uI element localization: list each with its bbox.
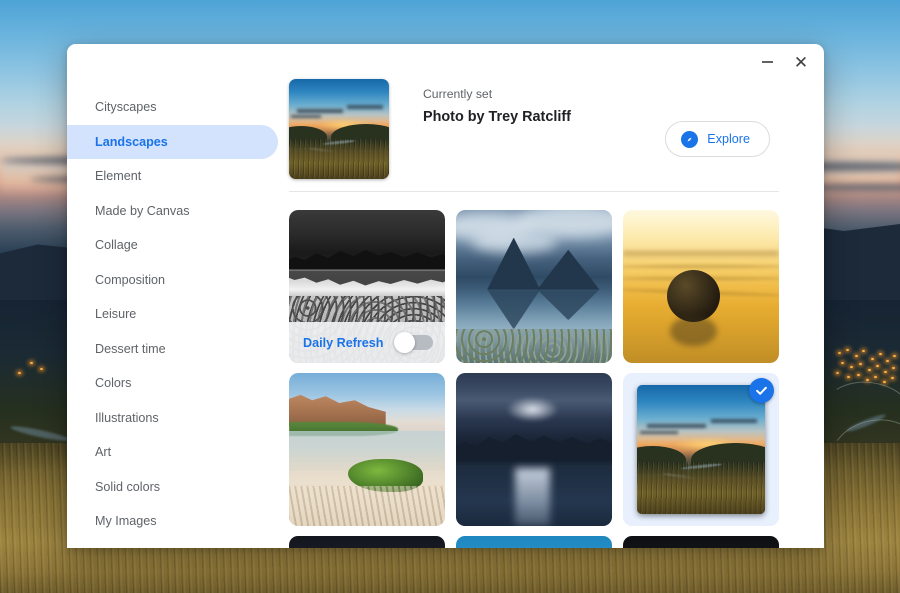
daily-refresh-toggle[interactable] xyxy=(394,332,433,353)
sidebar-item-label: Collage xyxy=(95,238,138,253)
daily-refresh-label: Daily Refresh xyxy=(303,335,384,350)
wallpaper-tile-image xyxy=(623,536,779,548)
sidebar-item-illustrations[interactable]: Illustrations xyxy=(67,401,278,436)
explore-button[interactable]: Explore xyxy=(665,121,770,157)
desktop-wallpaper: ✕ Cityscapes Landscapes Element Made by … xyxy=(0,0,900,593)
wallpaper-tile-image xyxy=(637,385,765,514)
wallpaper-grid: Daily Refresh xyxy=(278,192,788,526)
sidebar-item-label: Colors xyxy=(95,376,132,391)
sidebar-item-label: Cityscapes xyxy=(95,100,157,115)
sidebar-item-landscapes[interactable]: Landscapes xyxy=(67,124,278,159)
sidebar-item-leisure[interactable]: Leisure xyxy=(67,297,278,332)
sidebar-item-collage[interactable]: Collage xyxy=(67,228,278,263)
minimize-button[interactable] xyxy=(750,47,784,77)
current-wallpaper-image xyxy=(289,79,389,179)
sidebar-item-label: My Images xyxy=(95,514,157,529)
selected-checkmark-icon xyxy=(749,378,774,403)
wallpaper-tile-image xyxy=(456,536,612,548)
daily-refresh-bar: Daily Refresh xyxy=(289,322,445,363)
sidebar-item-label: Dessert time xyxy=(95,341,166,356)
sidebar-item-label: Made by Canvas xyxy=(95,203,190,218)
close-icon: ✕ xyxy=(793,52,809,72)
wallpaper-tile-image xyxy=(289,373,445,526)
wallpaper-tile[interactable] xyxy=(623,210,779,363)
wallpaper-tile[interactable] xyxy=(289,536,445,548)
close-button[interactable]: ✕ xyxy=(784,47,818,77)
wallpaper-picker-window: ✕ Cityscapes Landscapes Element Made by … xyxy=(67,44,824,548)
sidebar-item-label: Composition xyxy=(95,272,165,287)
sidebar-item-label: Element xyxy=(95,169,142,184)
explore-button-label: Explore xyxy=(707,132,750,146)
wallpaper-tile-image xyxy=(456,373,612,526)
wallpaper-tile[interactable]: Daily Refresh xyxy=(289,210,445,363)
sidebar-item-label: Solid colors xyxy=(95,479,161,494)
window-controls: ✕ xyxy=(750,44,824,80)
wallpaper-tile-selected[interactable] xyxy=(623,373,779,526)
wallpaper-tile[interactable] xyxy=(456,373,612,526)
sidebar-item-element[interactable]: Element xyxy=(67,159,278,194)
wallpaper-tile[interactable] xyxy=(289,373,445,526)
sidebar-item-solid-colors[interactable]: Solid colors xyxy=(67,470,278,505)
wallpaper-tile[interactable] xyxy=(456,210,612,363)
wallpaper-tile-image xyxy=(289,536,445,548)
toggle-knob xyxy=(394,332,415,353)
wallpaper-tile[interactable] xyxy=(623,536,779,548)
wallpaper-grid-next-row xyxy=(278,536,788,548)
wallpaper-tile-image xyxy=(456,210,612,363)
sidebar-item-art[interactable]: Art xyxy=(67,435,278,470)
currently-set-label: Currently set xyxy=(423,87,493,101)
sidebar-item-label: Leisure xyxy=(95,307,137,322)
sidebar-item-composition[interactable]: Composition xyxy=(67,263,278,298)
sidebar-item-label: Art xyxy=(95,445,112,460)
current-wallpaper-meta: Currently set Photo by Trey Ratcliff xyxy=(389,79,824,128)
sidebar-item-my-images[interactable]: My Images xyxy=(67,504,278,539)
sidebar-item-made-by-canvas[interactable]: Made by Canvas xyxy=(67,194,278,229)
category-sidebar: Cityscapes Landscapes Element Made by Ca… xyxy=(67,44,278,548)
wallpaper-tile[interactable] xyxy=(456,536,612,548)
current-wallpaper-thumbnail xyxy=(289,79,389,179)
sidebar-item-cityscapes[interactable]: Cityscapes xyxy=(67,90,278,125)
minimize-icon xyxy=(761,61,773,63)
sidebar-item-colors[interactable]: Colors xyxy=(67,366,278,401)
sidebar-item-dessert-time[interactable]: Dessert time xyxy=(67,332,278,367)
content-pane: Currently set Photo by Trey Ratcliff Exp… xyxy=(278,44,824,548)
sidebar-item-label: Landscapes xyxy=(95,134,168,149)
sidebar-item-label: Illustrations xyxy=(95,410,159,425)
wallpaper-tile-image xyxy=(623,210,779,363)
compass-icon xyxy=(681,130,699,148)
currently-set-header: Currently set Photo by Trey Ratcliff Exp… xyxy=(278,44,824,191)
